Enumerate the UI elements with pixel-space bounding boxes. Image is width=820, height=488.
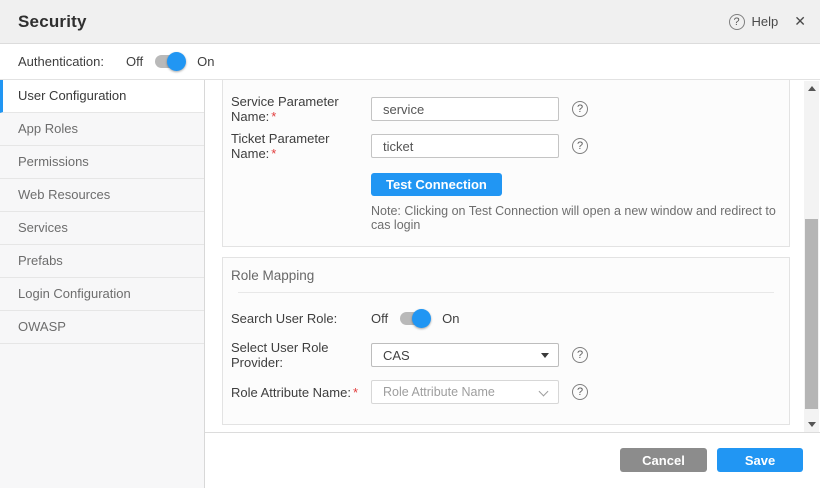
cancel-button[interactable]: Cancel: [620, 448, 707, 472]
service-parameter-row: Service Parameter Name:* ?: [231, 97, 789, 121]
scrollbar-thumb[interactable]: [805, 219, 818, 409]
role-attribute-combobox[interactable]: Role Attribute Name: [371, 380, 559, 404]
sidebar-item-permissions[interactable]: Permissions: [0, 146, 204, 179]
footer: Cancel Save: [205, 433, 820, 488]
role-attribute-label: Role Attribute Name:*: [231, 385, 371, 400]
page-title: Security: [18, 12, 87, 32]
toggle-knob: [412, 309, 431, 328]
role-attribute-label-text: Role Attribute Name:: [231, 385, 351, 400]
role-mapping-title: Role Mapping: [231, 268, 789, 283]
role-provider-select[interactable]: CAS: [371, 343, 559, 367]
field-help-icon[interactable]: ?: [572, 101, 588, 117]
required-asterisk: *: [271, 146, 276, 161]
scroll-viewport: Service Parameter Name:* ? Ticket Parame…: [205, 80, 820, 433]
scroll-down-button[interactable]: [804, 418, 819, 431]
authentication-toggle-group: Off On: [126, 54, 214, 69]
role-attribute-row: Role Attribute Name:* Role Attribute Nam…: [231, 380, 789, 404]
cas-parameters-panel: Service Parameter Name:* ? Ticket Parame…: [222, 80, 790, 247]
role-attribute-placeholder: Role Attribute Name: [383, 385, 495, 399]
test-connection-row: Test Connection: [371, 173, 789, 196]
sidebar-item-owasp[interactable]: OWASP: [0, 311, 204, 344]
role-provider-value: CAS: [383, 348, 410, 363]
field-help-icon[interactable]: ?: [572, 138, 588, 154]
search-user-role-toggle[interactable]: [400, 312, 430, 325]
required-asterisk: *: [271, 109, 276, 124]
help-icon[interactable]: ?: [729, 14, 745, 30]
ticket-parameter-input[interactable]: [371, 134, 559, 158]
chevron-down-icon: [539, 387, 549, 397]
authentication-label: Authentication:: [18, 54, 104, 69]
caret-down-icon: [541, 353, 549, 358]
required-asterisk: *: [353, 385, 358, 400]
role-provider-row: Select User Role Provider: CAS ?: [231, 343, 789, 367]
ticket-parameter-label: Ticket Parameter Name:*: [231, 131, 371, 161]
role-mapping-panel: Role Mapping Search User Role: Off On: [222, 257, 790, 425]
main-content: Service Parameter Name:* ? Ticket Parame…: [205, 80, 820, 488]
sidebar-item-services[interactable]: Services: [0, 212, 204, 245]
scroll-up-button[interactable]: [804, 82, 819, 95]
save-button[interactable]: Save: [717, 448, 803, 472]
arrow-up-icon: [808, 86, 816, 91]
search-user-role-row: Search User Role: Off On: [231, 306, 789, 330]
help-label[interactable]: Help: [752, 14, 779, 29]
sidebar: User Configuration App Roles Permissions…: [0, 80, 205, 488]
ticket-parameter-row: Ticket Parameter Name:* ?: [231, 134, 789, 158]
body: User Configuration App Roles Permissions…: [0, 80, 820, 488]
vertical-scrollbar[interactable]: [804, 81, 819, 432]
role-mapping-divider: [238, 292, 774, 293]
authentication-row: Authentication: Off On: [0, 44, 820, 80]
test-connection-note: Note: Clicking on Test Connection will o…: [371, 204, 789, 232]
toggle-on-label: On: [197, 54, 214, 69]
field-help-icon[interactable]: ?: [572, 384, 588, 400]
toggle-off-label: Off: [371, 311, 388, 326]
test-connection-button[interactable]: Test Connection: [371, 173, 502, 196]
service-parameter-input[interactable]: [371, 97, 559, 121]
role-provider-label: Select User Role Provider:: [231, 340, 371, 370]
toggle-on-label: On: [442, 311, 459, 326]
close-icon[interactable]: ✕: [794, 13, 806, 30]
ticket-parameter-label-text: Ticket Parameter Name:: [231, 131, 330, 161]
service-parameter-label: Service Parameter Name:*: [231, 94, 371, 124]
sidebar-item-user-configuration[interactable]: User Configuration: [0, 80, 204, 113]
field-help-icon[interactable]: ?: [572, 347, 588, 363]
header-actions: ? Help ✕: [729, 13, 806, 30]
sidebar-item-prefabs[interactable]: Prefabs: [0, 245, 204, 278]
toggle-knob: [167, 52, 186, 71]
sidebar-item-app-roles[interactable]: App Roles: [0, 113, 204, 146]
toggle-off-label: Off: [126, 54, 143, 69]
authentication-toggle[interactable]: [155, 55, 185, 68]
search-user-role-label: Search User Role:: [231, 311, 371, 326]
arrow-down-icon: [808, 422, 816, 427]
sidebar-item-login-configuration[interactable]: Login Configuration: [0, 278, 204, 311]
search-user-role-toggle-group: Off On: [371, 311, 459, 326]
sidebar-item-web-resources[interactable]: Web Resources: [0, 179, 204, 212]
header: Security ? Help ✕: [0, 0, 820, 44]
security-dialog: Security ? Help ✕ Authentication: Off On…: [0, 0, 820, 488]
service-parameter-label-text: Service Parameter Name:: [231, 94, 339, 124]
